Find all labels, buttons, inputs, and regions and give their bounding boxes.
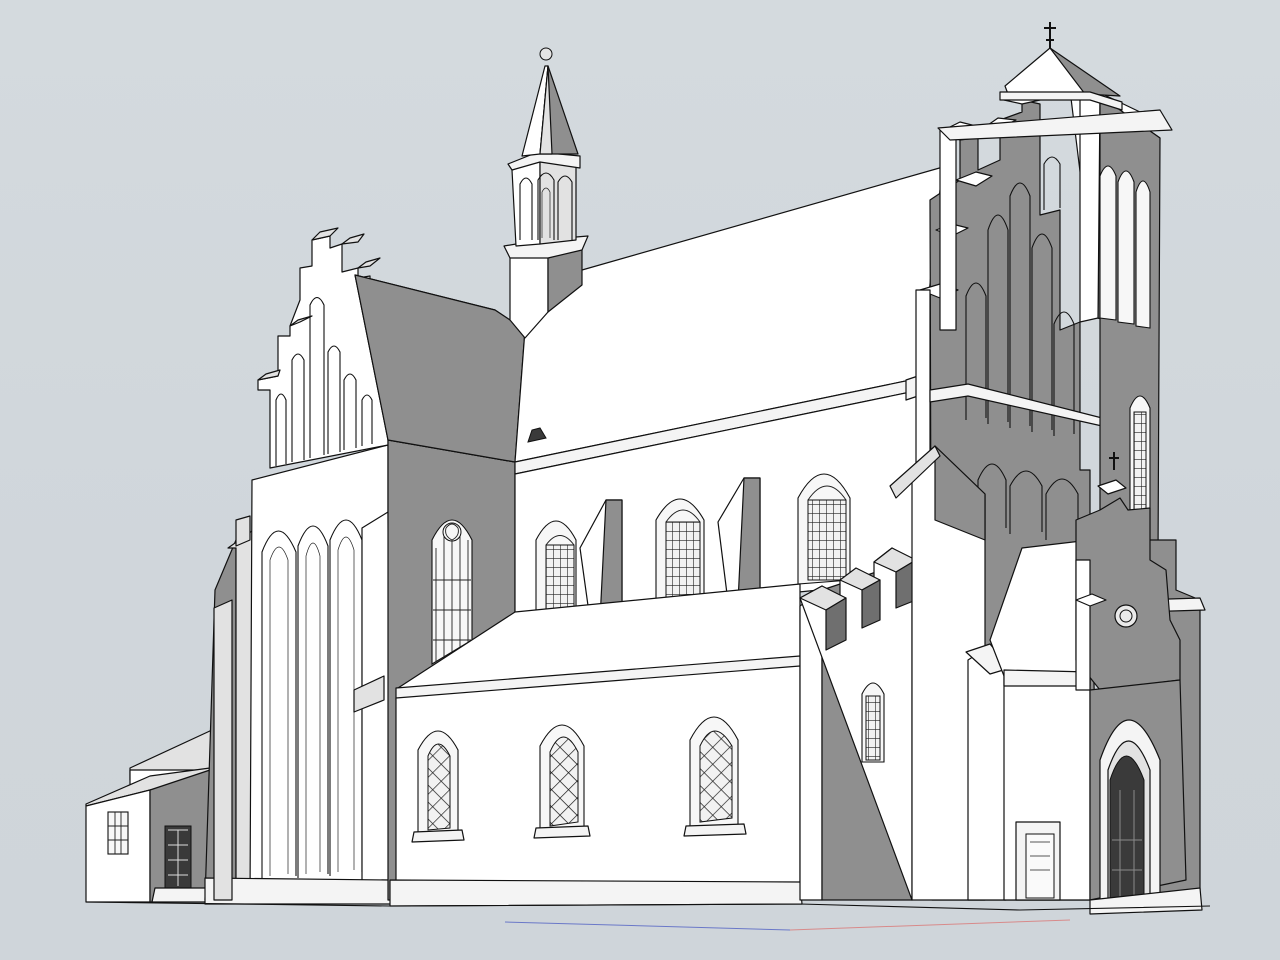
aisle-wall xyxy=(389,665,803,907)
left-gable-block xyxy=(204,227,393,905)
left-annex xyxy=(85,729,213,903)
main-door xyxy=(1109,755,1145,909)
porch-gable xyxy=(799,547,917,901)
church-model xyxy=(85,22,1211,931)
annex-window xyxy=(107,811,129,855)
modeling-viewport[interactable] xyxy=(0,0,1280,960)
ground-axes xyxy=(504,919,1071,931)
